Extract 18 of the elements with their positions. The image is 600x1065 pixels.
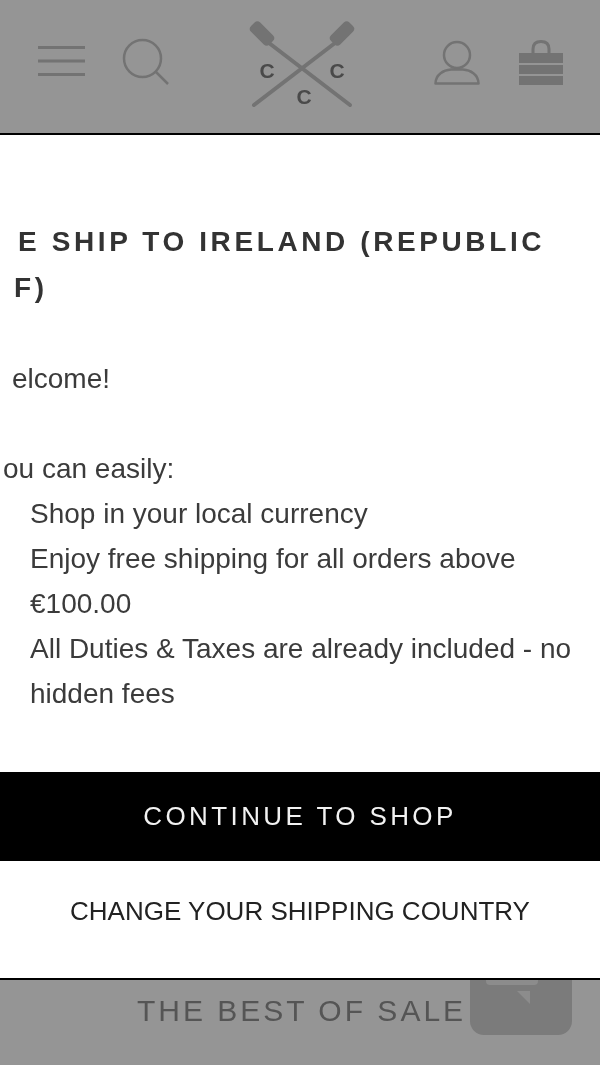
dialog-title: E SHIP TO IRELAND (REPUBLIC F) — [13, 225, 547, 305]
speech-bubble-icon — [486, 980, 538, 1004]
chat-button[interactable] — [470, 980, 572, 1035]
intro-text: ou can easily: — [2, 452, 176, 486]
logo-letter: C — [328, 58, 345, 82]
section-title: THE BEST OF SALE — [135, 993, 467, 1029]
shopping-bag-icon[interactable] — [519, 40, 563, 85]
benefit-item: Enjoy free shipping for all orders above €100.00 — [30, 542, 517, 621]
crossed-oars-icon[interactable] — [247, 19, 356, 107]
welcome-text: elcome! — [11, 362, 112, 396]
continue-shopping-button[interactable]: CONTINUE TO SHOP — [0, 772, 600, 861]
search-icon[interactable] — [122, 38, 169, 85]
benefit-item: All Duties & Taxes are already included - no hidden fees — [30, 632, 573, 711]
account-icon[interactable] — [434, 40, 480, 85]
logo-letter: C — [295, 84, 312, 108]
benefit-item: Shop in your local currency — [30, 497, 369, 531]
logo-letter: C — [258, 58, 275, 82]
menu-icon[interactable] — [38, 46, 85, 76]
